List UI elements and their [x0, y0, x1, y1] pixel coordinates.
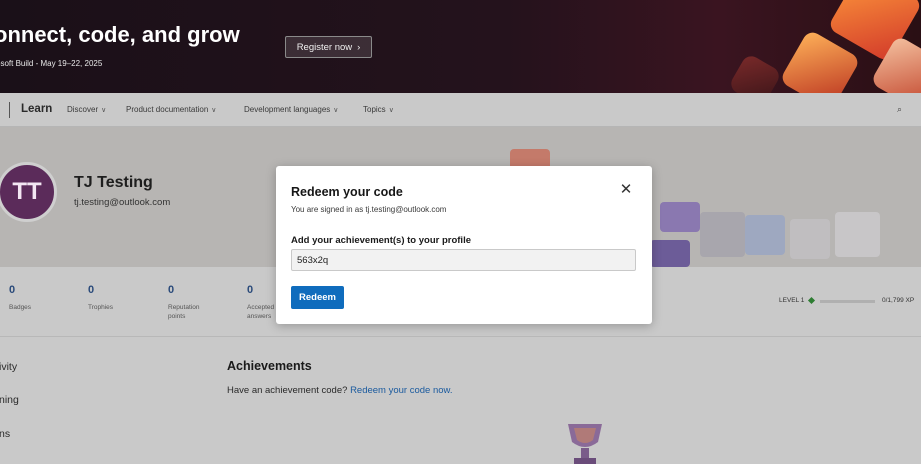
nav-item-label: Development languages: [244, 105, 331, 114]
hero-decoration: [745, 215, 785, 255]
nav-item-discover[interactable]: Discover ∨: [67, 105, 106, 114]
nav-divider: [9, 102, 10, 118]
trophy-icon: [568, 424, 602, 464]
hero-decoration: [660, 202, 700, 232]
sidebar-item-activity[interactable]: ivity: [0, 361, 17, 373]
chevron-right-icon: ›: [357, 41, 361, 53]
redeem-button[interactable]: Redeem: [291, 286, 344, 309]
close-icon[interactable]: ✕: [618, 182, 634, 198]
stat-trophies-label: Trophies: [88, 304, 114, 311]
nav-item-label: Discover: [67, 105, 99, 114]
event-banner: onnect, code, and grow osoft Build - May…: [0, 0, 921, 93]
stat-reputation-label: Reputation points: [168, 304, 200, 320]
profile-content: ivity ning ns Achievements Have an achie…: [0, 337, 921, 464]
achievement-code-label: Add your achievement(s) to your profile: [291, 235, 471, 246]
hero-decoration: [700, 212, 745, 257]
search-icon[interactable]: ⌕: [897, 104, 902, 115]
level-indicator: LEVEL 1: [779, 296, 816, 304]
banner-title: onnect, code, and grow: [0, 22, 240, 47]
register-now-label: Register now: [296, 41, 353, 53]
hero-decoration: [835, 212, 880, 257]
profile-email: tj.testing@outlook.com: [74, 197, 171, 208]
sidebar-item-learning[interactable]: ning: [0, 394, 19, 406]
level-label: LEVEL 1: [779, 297, 805, 304]
achievements-prompt: Have an achievement code? Redeem your co…: [227, 385, 453, 396]
banner-decoration: [727, 52, 783, 93]
nav-brand-learn[interactable]: Learn: [21, 103, 52, 115]
nav-item-product-documentation[interactable]: Product documentation ∨: [126, 105, 216, 114]
profile-name: TJ Testing: [74, 174, 153, 191]
nav-item-label: Product documentation: [126, 105, 209, 114]
avatar: TT: [0, 162, 57, 222]
nav-item-topics[interactable]: Topics ∨: [363, 105, 394, 114]
hero-decoration: [790, 219, 830, 259]
redeem-code-link[interactable]: Redeem your code now.: [350, 385, 452, 396]
sidebar-item-collections[interactable]: ns: [0, 428, 10, 440]
chevron-down-icon: ∨: [211, 107, 217, 114]
chevron-down-icon: ∨: [101, 107, 107, 114]
xp-progress-bar: [820, 300, 875, 303]
stat-badges-value: 0: [9, 284, 16, 296]
diamond-icon: [808, 296, 816, 304]
redeem-code-dialog: Redeem your code You are signed in as tj…: [276, 166, 652, 324]
stat-badges-label: Badges: [9, 304, 32, 311]
achievements-heading: Achievements: [227, 359, 312, 373]
dialog-title: Redeem your code: [291, 185, 403, 199]
stat-reputation-value: 0: [168, 284, 175, 296]
stat-trophies-value: 0: [88, 284, 95, 296]
xp-text: 0/1,799 XP: [882, 297, 915, 304]
banner-subtitle: osoft Build - May 19–22, 2025: [0, 59, 103, 68]
register-now-button[interactable]: Register now ›: [285, 36, 372, 58]
nav-item-development-languages[interactable]: Development languages ∨: [244, 105, 338, 114]
hero-decoration: [650, 240, 690, 267]
signed-in-text: You are signed in as tj.testing@outlook.…: [291, 205, 447, 214]
top-navigation: Learn Discover ∨ Product documentation ∨ D…: [0, 93, 921, 127]
chevron-down-icon: ∨: [388, 107, 394, 114]
achievements-prompt-text: Have an achievement code?: [227, 385, 348, 396]
chevron-down-icon: ∨: [333, 107, 339, 114]
stat-accepted-answers-value: 0: [247, 284, 254, 296]
achievement-code-input[interactable]: [291, 249, 636, 271]
nav-item-label: Topics: [363, 105, 386, 114]
